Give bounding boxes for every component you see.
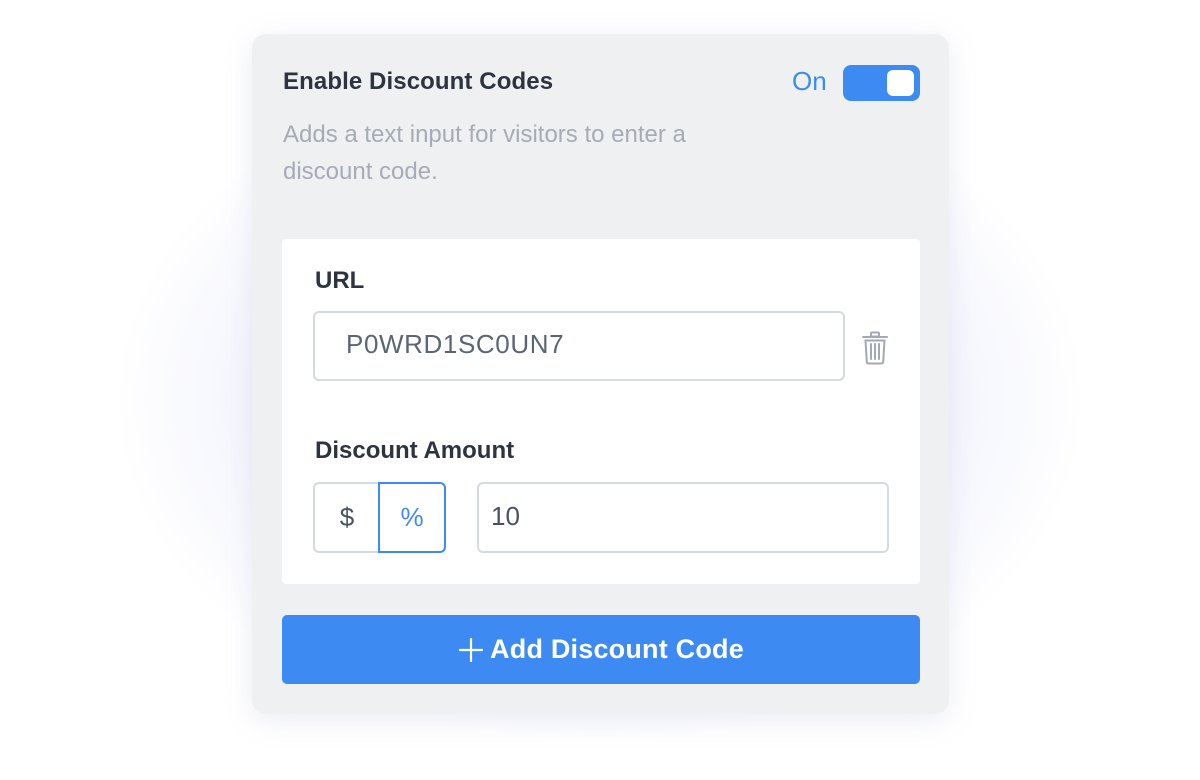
toggle-knob xyxy=(887,70,914,96)
discount-amount-input[interactable]: 10 xyxy=(477,482,889,553)
url-input[interactable]: P0WRD1SC0UN7 xyxy=(313,311,845,381)
toggle-state-label: On xyxy=(792,66,827,96)
panel-title: Enable Discount Codes xyxy=(283,68,554,95)
unit-dollar-button[interactable]: $ xyxy=(313,482,379,553)
discount-amount-label: Discount Amount xyxy=(315,437,515,464)
plus-icon xyxy=(458,637,484,663)
trash-icon[interactable] xyxy=(860,331,890,365)
discount-unit-selector: $ % xyxy=(313,482,446,553)
enable-discount-toggle[interactable] xyxy=(843,65,920,101)
discount-code-card: URL P0WRD1SC0UN7 Discount Amount $ % 10 xyxy=(282,239,920,584)
add-discount-code-button[interactable]: Add Discount Code xyxy=(282,615,920,684)
add-discount-code-label: Add Discount Code xyxy=(490,634,744,664)
discount-settings-panel: Enable Discount Codes On Adds a text inp… xyxy=(252,34,949,714)
url-label: URL xyxy=(315,267,365,294)
panel-description: Adds a text input for visitors to enter … xyxy=(283,121,686,185)
unit-percent-button[interactable]: % xyxy=(378,482,446,553)
